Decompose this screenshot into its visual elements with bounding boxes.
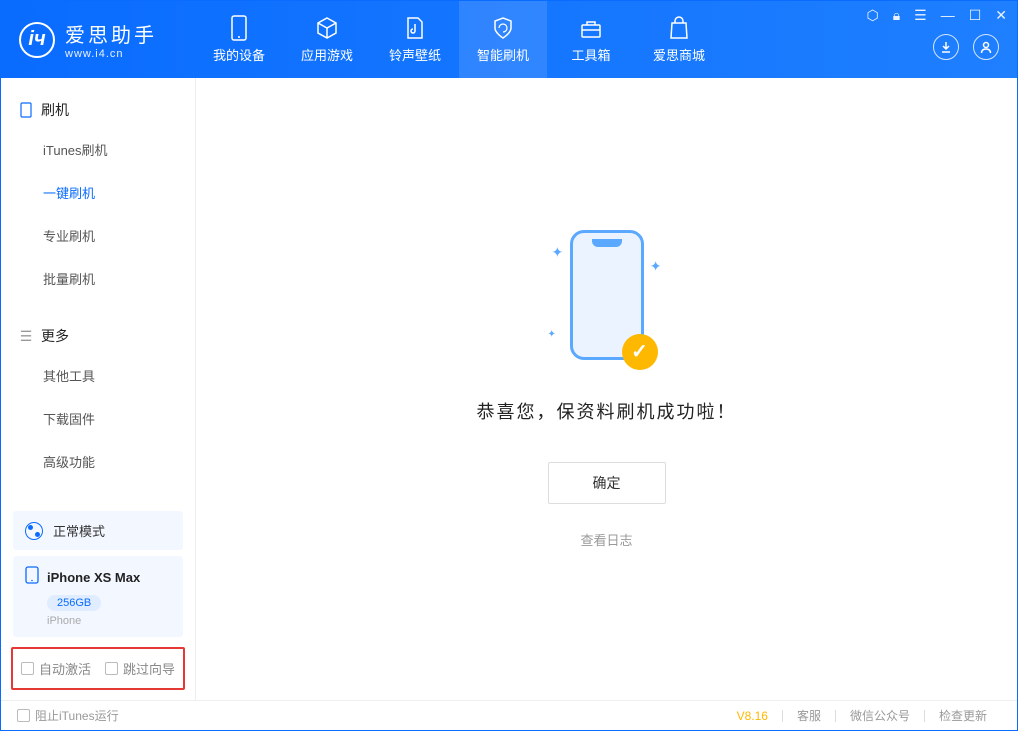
sparkle-icon: ✦ bbox=[548, 329, 556, 340]
success-illustration: ✦ ✦ ✦ ✓ bbox=[552, 230, 662, 380]
header: iч 爱思助手 www.i4.cn 我的设备 应用游戏 铃声壁纸 智能刷机 工具… bbox=[1, 1, 1017, 78]
maximize-button[interactable]: ☐ bbox=[969, 7, 982, 24]
app-url: www.i4.cn bbox=[65, 48, 157, 60]
footer-link-support[interactable]: 客服 bbox=[783, 707, 835, 724]
sidebar-item-advanced[interactable]: 高级功能 bbox=[1, 440, 195, 483]
sidebar-item-batch-flash[interactable]: 批量刷机 bbox=[1, 257, 195, 300]
shield-refresh-icon bbox=[490, 15, 516, 41]
tab-apps-games[interactable]: 应用游戏 bbox=[283, 1, 371, 78]
tab-label: 工具箱 bbox=[571, 45, 610, 64]
device-name: iPhone XS Max bbox=[47, 570, 140, 585]
device-icon bbox=[19, 103, 33, 117]
app-name: 爱思助手 bbox=[65, 19, 157, 48]
tab-my-device[interactable]: 我的设备 bbox=[195, 1, 283, 78]
sidebar-item-pro-flash[interactable]: 专业刷机 bbox=[1, 214, 195, 257]
footer: 阻止iTunes运行 V8.16 客服 微信公众号 检查更新 bbox=[1, 700, 1017, 730]
menu-icon[interactable]: ☰ bbox=[914, 7, 927, 24]
footer-link-wechat[interactable]: 微信公众号 bbox=[836, 707, 924, 724]
sparkle-icon: ✦ bbox=[552, 244, 564, 261]
user-icon[interactable] bbox=[973, 34, 999, 60]
music-file-icon bbox=[402, 15, 428, 41]
logo-icon: iч bbox=[19, 22, 55, 58]
check-icon: ✓ bbox=[622, 334, 658, 370]
phone-icon bbox=[226, 15, 252, 41]
view-log-link[interactable]: 查看日志 bbox=[580, 530, 632, 549]
checkbox-label: 跳过向导 bbox=[123, 659, 175, 678]
checkbox-auto-activate[interactable]: 自动激活 bbox=[21, 659, 91, 678]
tab-smart-flash[interactable]: 智能刷机 bbox=[459, 1, 547, 78]
checkbox-label: 自动激活 bbox=[39, 659, 91, 678]
tab-store[interactable]: 爱思商城 bbox=[635, 1, 723, 78]
sidebar-item-onekey-flash[interactable]: 一键刷机 bbox=[1, 171, 195, 214]
tab-label: 应用游戏 bbox=[301, 45, 353, 64]
footer-link-update[interactable]: 检查更新 bbox=[925, 707, 1001, 724]
tab-label: 爱思商城 bbox=[653, 45, 705, 64]
tab-label: 我的设备 bbox=[213, 45, 265, 64]
sparkle-icon: ✦ bbox=[650, 258, 662, 275]
window-controls: ⬡ 🔒︎ ☰ ― ☐ ✕ bbox=[866, 7, 1007, 24]
section-title: 更多 bbox=[41, 326, 69, 346]
shirt-icon[interactable]: ⬡ bbox=[866, 7, 878, 24]
section-title: 刷机 bbox=[41, 100, 69, 120]
mode-icon bbox=[25, 522, 43, 540]
minimize-button[interactable]: ― bbox=[941, 7, 955, 24]
checkbox-label: 阻止iTunes运行 bbox=[35, 707, 119, 724]
close-button[interactable]: ✕ bbox=[995, 7, 1007, 24]
mode-label: 正常模式 bbox=[53, 521, 105, 540]
tab-label: 智能刷机 bbox=[477, 45, 529, 64]
device-capacity: 256GB bbox=[47, 595, 101, 611]
checkbox-skip-guide[interactable]: 跳过向导 bbox=[105, 659, 175, 678]
sidebar-item-itunes-flash[interactable]: iTunes刷机 bbox=[1, 128, 195, 171]
checkbox-block-itunes[interactable]: 阻止iTunes运行 bbox=[17, 707, 119, 724]
main-tabs: 我的设备 应用游戏 铃声壁纸 智能刷机 工具箱 爱思商城 bbox=[195, 1, 723, 78]
tab-toolbox[interactable]: 工具箱 bbox=[547, 1, 635, 78]
tab-ringtones[interactable]: 铃声壁纸 bbox=[371, 1, 459, 78]
sidebar-item-download-firmware[interactable]: 下载固件 bbox=[1, 397, 195, 440]
download-icon[interactable] bbox=[933, 34, 959, 60]
device-box[interactable]: iPhone XS Max 256GB iPhone bbox=[13, 556, 183, 637]
checkbox-icon bbox=[21, 662, 34, 675]
cube-icon bbox=[314, 15, 340, 41]
confirm-button[interactable]: 确定 bbox=[548, 462, 666, 504]
checkbox-icon bbox=[105, 662, 118, 675]
main-content: ✦ ✦ ✦ ✓ 恭喜您，保资料刷机成功啦！ 确定 查看日志 bbox=[196, 78, 1017, 700]
checkbox-icon bbox=[17, 709, 30, 722]
flash-options: 自动激活 跳过向导 bbox=[11, 647, 185, 690]
sidebar-item-other-tools[interactable]: 其他工具 bbox=[1, 354, 195, 397]
logo: iч 爱思助手 www.i4.cn bbox=[1, 19, 175, 60]
phone-small-icon bbox=[25, 566, 39, 589]
section-more: ☰ 更多 bbox=[1, 318, 195, 354]
version-label: V8.16 bbox=[723, 709, 782, 723]
section-flash: 刷机 bbox=[1, 92, 195, 128]
toolbox-icon bbox=[578, 15, 604, 41]
sidebar: 刷机 iTunes刷机 一键刷机 专业刷机 批量刷机 ☰ 更多 其他工具 下载固… bbox=[1, 78, 196, 700]
lock-icon[interactable]: 🔒︎ bbox=[893, 7, 900, 24]
mode-box[interactable]: 正常模式 bbox=[13, 511, 183, 550]
success-message: 恭喜您，保资料刷机成功啦！ bbox=[477, 398, 737, 424]
list-icon: ☰ bbox=[19, 329, 33, 343]
device-type: iPhone bbox=[47, 615, 171, 627]
shopping-bag-icon bbox=[666, 15, 692, 41]
tab-label: 铃声壁纸 bbox=[389, 45, 441, 64]
